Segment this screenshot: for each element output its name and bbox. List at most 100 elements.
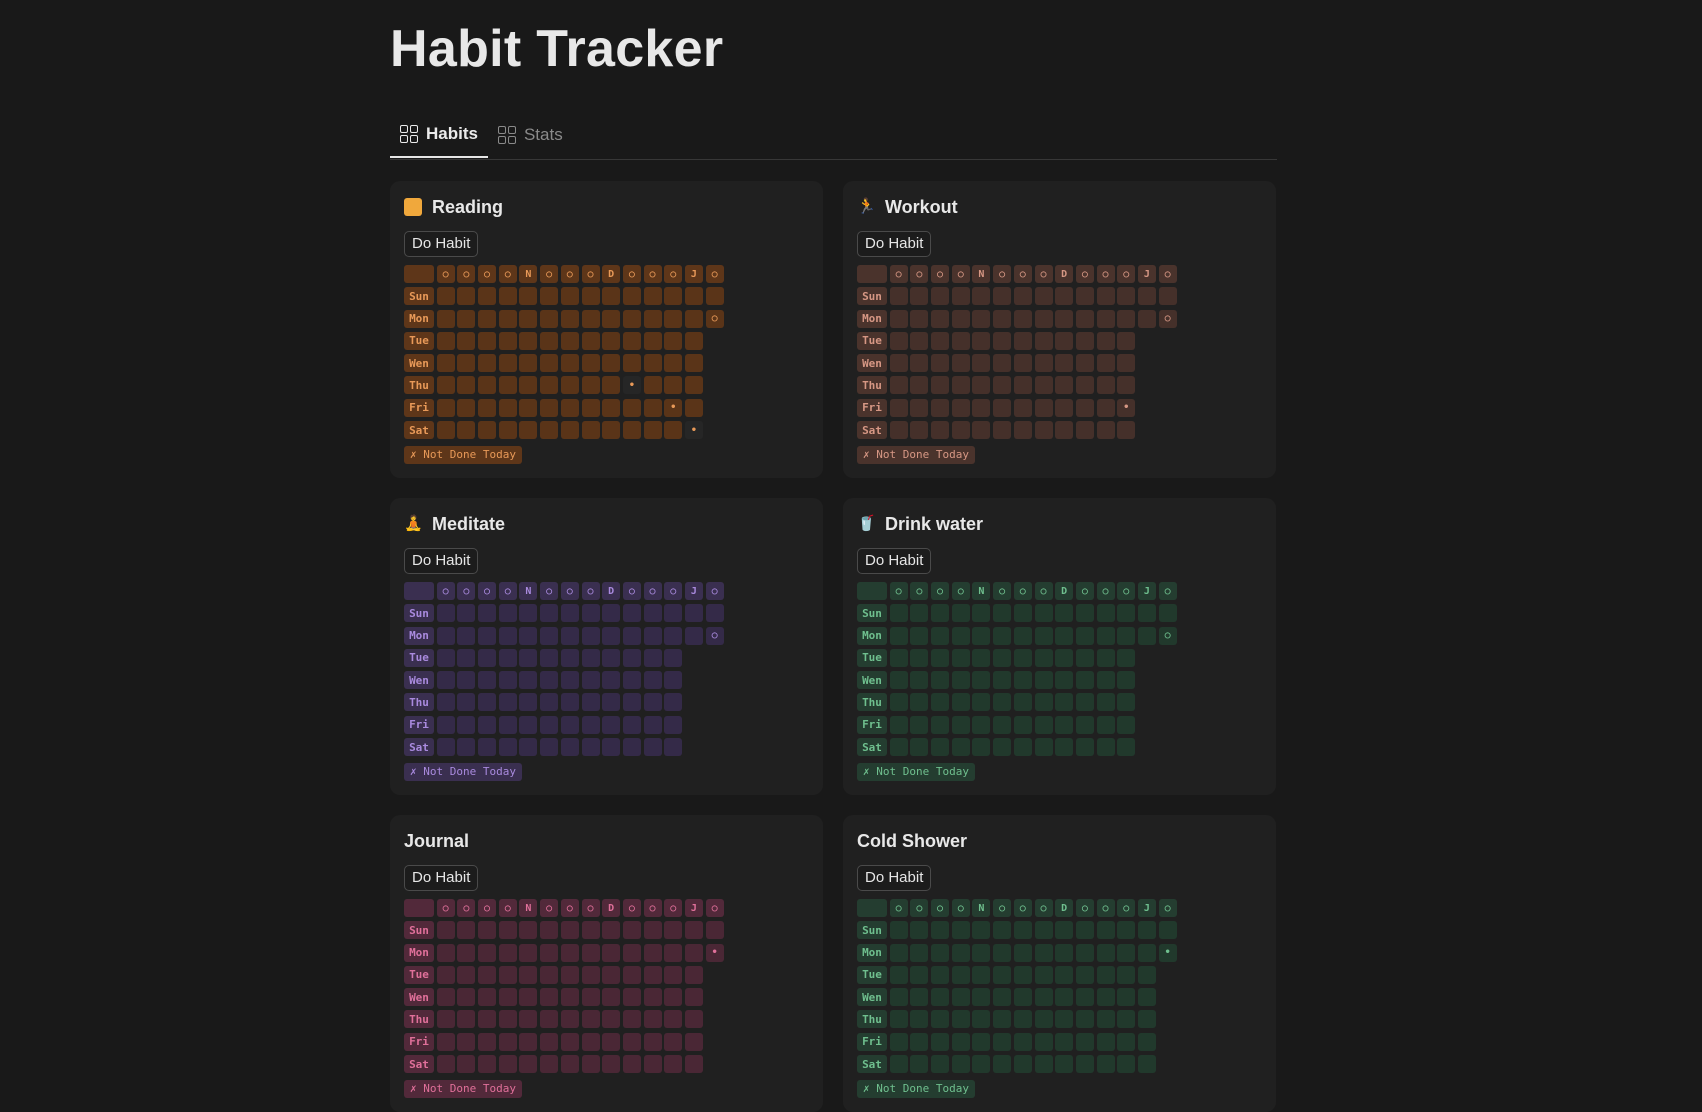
day-cell[interactable] <box>540 604 559 623</box>
day-cell[interactable] <box>931 398 950 417</box>
day-cell[interactable] <box>972 398 991 417</box>
day-cell[interactable] <box>519 376 538 395</box>
day-cell[interactable] <box>684 921 703 940</box>
day-cell[interactable] <box>457 738 476 757</box>
day-cell[interactable] <box>1034 921 1053 940</box>
day-cell[interactable] <box>602 604 621 623</box>
day-cell[interactable] <box>1096 671 1115 690</box>
day-cell[interactable] <box>951 287 970 306</box>
day-cell[interactable] <box>560 921 579 940</box>
day-cell[interactable] <box>560 693 579 712</box>
day-cell[interactable] <box>1055 671 1074 690</box>
day-cell[interactable] <box>436 604 455 623</box>
day-cell[interactable] <box>560 604 579 623</box>
day-cell[interactable] <box>457 309 476 328</box>
day-cell[interactable] <box>1117 965 1136 984</box>
day-cell[interactable] <box>1075 1032 1094 1051</box>
day-cell[interactable] <box>540 331 559 350</box>
day-cell[interactable] <box>581 421 600 440</box>
day-cell[interactable] <box>643 287 662 306</box>
day-cell[interactable] <box>1096 309 1115 328</box>
day-cell[interactable] <box>910 943 929 962</box>
day-cell[interactable] <box>1034 421 1053 440</box>
day-cell[interactable] <box>1117 331 1136 350</box>
day-cell[interactable] <box>581 604 600 623</box>
day-cell[interactable] <box>436 376 455 395</box>
day-cell[interactable] <box>457 421 476 440</box>
day-cell[interactable] <box>910 1010 929 1029</box>
day-cell[interactable] <box>602 693 621 712</box>
day-cell[interactable] <box>602 671 621 690</box>
day-cell[interactable] <box>643 943 662 962</box>
day-cell[interactable] <box>993 648 1012 667</box>
day-cell[interactable] <box>889 921 908 940</box>
day-cell[interactable] <box>1034 943 1053 962</box>
day-cell[interactable] <box>910 1055 929 1074</box>
day-cell[interactable] <box>540 376 559 395</box>
day-cell[interactable] <box>993 354 1012 373</box>
day-cell[interactable] <box>972 648 991 667</box>
day-cell[interactable] <box>1096 921 1115 940</box>
day-cell[interactable] <box>560 965 579 984</box>
day-cell[interactable] <box>622 287 641 306</box>
day-cell[interactable] <box>664 965 683 984</box>
day-cell[interactable] <box>1055 715 1074 734</box>
day-cell[interactable] <box>993 421 1012 440</box>
day-cell[interactable] <box>1013 648 1032 667</box>
day-cell[interactable] <box>951 309 970 328</box>
day-cell[interactable]: • <box>664 398 683 417</box>
day-cell[interactable] <box>910 354 929 373</box>
day-cell[interactable] <box>1137 287 1156 306</box>
day-cell[interactable] <box>1055 354 1074 373</box>
day-cell[interactable] <box>1158 287 1177 306</box>
day-cell[interactable] <box>1055 604 1074 623</box>
day-cell[interactable] <box>931 309 950 328</box>
day-cell[interactable] <box>1075 376 1094 395</box>
day-cell[interactable] <box>951 1010 970 1029</box>
day-cell[interactable] <box>498 693 517 712</box>
day-cell[interactable] <box>1013 604 1032 623</box>
day-cell[interactable] <box>540 693 559 712</box>
day-cell[interactable] <box>602 738 621 757</box>
day-cell[interactable] <box>1096 1055 1115 1074</box>
day-cell[interactable] <box>540 1055 559 1074</box>
day-cell[interactable] <box>664 671 683 690</box>
day-cell[interactable] <box>1034 1032 1053 1051</box>
day-cell[interactable] <box>602 1055 621 1074</box>
day-cell[interactable]: ○ <box>1158 309 1177 328</box>
day-cell[interactable] <box>498 671 517 690</box>
do-habit-button[interactable]: Do Habit <box>857 548 932 574</box>
day-cell[interactable] <box>951 693 970 712</box>
day-cell[interactable] <box>993 287 1012 306</box>
day-cell[interactable]: • <box>1117 398 1136 417</box>
day-cell[interactable] <box>1013 421 1032 440</box>
day-cell[interactable] <box>684 287 703 306</box>
day-cell[interactable] <box>1034 626 1053 645</box>
day-cell[interactable] <box>972 1010 991 1029</box>
day-cell[interactable] <box>581 626 600 645</box>
day-cell[interactable] <box>519 626 538 645</box>
day-cell[interactable] <box>1117 693 1136 712</box>
day-cell[interactable] <box>457 693 476 712</box>
day-cell[interactable] <box>684 309 703 328</box>
day-cell[interactable] <box>889 604 908 623</box>
day-cell[interactable] <box>436 1010 455 1029</box>
day-cell[interactable] <box>498 921 517 940</box>
day-cell[interactable] <box>602 421 621 440</box>
day-cell[interactable] <box>889 671 908 690</box>
day-cell[interactable] <box>540 1032 559 1051</box>
day-cell[interactable] <box>1096 1010 1115 1029</box>
day-cell[interactable] <box>602 376 621 395</box>
day-cell[interactable] <box>910 604 929 623</box>
day-cell[interactable] <box>1013 626 1032 645</box>
day-cell[interactable] <box>622 331 641 350</box>
day-cell[interactable] <box>1055 398 1074 417</box>
day-cell[interactable] <box>931 421 950 440</box>
day-cell[interactable] <box>1013 354 1032 373</box>
day-cell[interactable] <box>1055 1055 1074 1074</box>
day-cell[interactable] <box>498 421 517 440</box>
day-cell[interactable] <box>664 1032 683 1051</box>
day-cell[interactable] <box>498 738 517 757</box>
day-cell[interactable] <box>664 309 683 328</box>
day-cell[interactable] <box>560 398 579 417</box>
